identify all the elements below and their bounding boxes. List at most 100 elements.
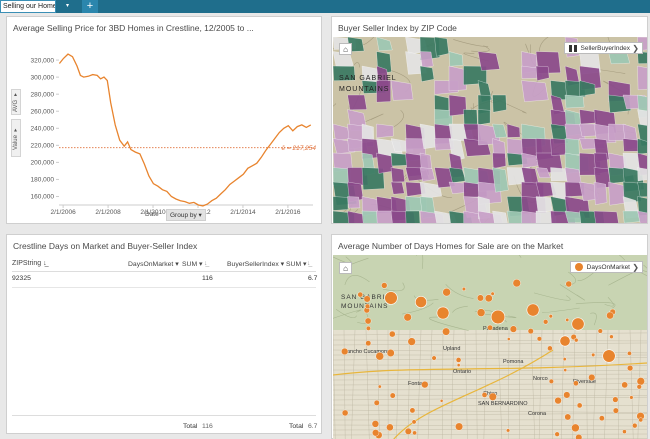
days-on-market-dot [411, 419, 417, 425]
card-title: Crestline Days on Market and Buyer-Selle… [13, 241, 198, 251]
days-on-market-dot [403, 313, 412, 322]
days-on-market-dot [481, 392, 488, 398]
days-on-market-dot [490, 291, 495, 296]
x-tick-label: 2/1/2016 [275, 209, 301, 216]
days-on-market-dot [559, 335, 571, 347]
city-label: Pasadena [483, 326, 509, 332]
days-on-market-dot [357, 291, 364, 298]
days-on-market-dot [536, 336, 542, 342]
y-tick-label: 260,000 [31, 108, 55, 115]
days-on-market-dot [554, 431, 560, 437]
days-on-market-dot [606, 311, 614, 320]
zip-region [492, 94, 507, 113]
days-on-market-dot [591, 352, 596, 357]
add-tab-button[interactable]: + [82, 0, 98, 13]
days-on-market-dot [527, 328, 534, 335]
days-on-market-dot [574, 337, 579, 343]
days-on-market-dot [621, 381, 628, 389]
total-days-value: 116 [202, 423, 213, 430]
col-sum1-dropdown[interactable]: SUM ▾ [182, 260, 202, 268]
zip-region [390, 181, 405, 195]
city-label: Ontario [453, 369, 471, 375]
days-on-market-dot [484, 294, 493, 303]
tab-selling-our-home[interactable]: Selling our Home [0, 0, 56, 13]
col-days-header[interactable]: DaysOnMarket ▾ [128, 260, 179, 268]
legend-label: DaysOnMarket [586, 264, 630, 271]
sort2-icon[interactable]: ↓̲ [307, 260, 310, 267]
days-on-market-dot [442, 327, 451, 336]
days-on-market-dot [431, 355, 437, 361]
tab-dropdown-icon[interactable]: ▾ [66, 2, 69, 9]
legend-label: SellerBuyerIndex [580, 45, 631, 52]
col-sum2-dropdown[interactable]: SUM ▾ [286, 260, 306, 268]
home-icon[interactable]: ⌂ [339, 262, 352, 274]
price-chart-card: Average Selling Price for 3BD Homes in C… [6, 16, 322, 224]
zip-region [405, 210, 421, 223]
cell-zip: 92325 [12, 275, 31, 282]
days-on-market-dot [341, 409, 349, 417]
x-axis-label: Date [145, 211, 159, 218]
zip-region [550, 167, 568, 182]
zip-region [419, 65, 435, 82]
cell-bsi: 6.7 [308, 275, 318, 282]
legend-seller-buyer-index[interactable]: SellerBuyerIndex ❯ [563, 42, 643, 54]
days-on-market-dot [421, 380, 429, 389]
days-on-market-dot [404, 427, 412, 435]
days-on-market-dot [554, 396, 562, 405]
y-tick-label: 320,000 [31, 57, 55, 64]
zip-region [434, 37, 449, 57]
days-on-market-dot [564, 413, 572, 421]
x-tick-label: 2/1/2006 [50, 209, 76, 216]
days-on-market-dot [562, 357, 567, 361]
days-on-market-dot [415, 296, 427, 308]
days-on-market-dot [377, 384, 382, 389]
zip-region [637, 167, 647, 182]
home-icon[interactable]: ⌂ [339, 43, 352, 55]
days-on-market-dot [622, 429, 627, 434]
days-on-market-dot [598, 415, 605, 422]
zip-region [477, 51, 500, 71]
col-zip-header[interactable]: ZIPString ↓̲ [12, 260, 47, 267]
legend-days-on-market[interactable]: DaysOnMarket ❯ [569, 261, 643, 273]
days-on-market-dot [455, 357, 462, 363]
days-on-market-dot [365, 340, 372, 347]
y-tick-label: 240,000 [31, 125, 55, 132]
days-on-market-dot [588, 373, 596, 381]
zip-region [564, 167, 582, 184]
total-days-label: Total [183, 423, 198, 430]
footer-divider [12, 415, 316, 416]
header-divider [12, 271, 316, 272]
days-on-market-dot [456, 363, 461, 367]
days-on-market-dot [373, 399, 380, 406]
sort1-icon[interactable]: ↓̲ [204, 260, 207, 267]
col-bsi-header[interactable]: BuyerSellerIndex ▾ [227, 260, 284, 268]
days-on-market-dot [609, 334, 614, 339]
days-on-market-dot [509, 325, 517, 333]
zip-region [361, 210, 379, 223]
days-on-market-dot [412, 430, 417, 436]
zip-region [347, 196, 361, 209]
zip-region [550, 138, 567, 156]
city-label: Pomona [503, 359, 524, 365]
days-on-market-dot [436, 306, 450, 320]
table-row[interactable]: 92325 116 6.7 [7, 273, 321, 285]
bsi-map[interactable]: SAN GABRIEL MOUNTAINS [333, 37, 647, 223]
days-on-market-dot [597, 328, 603, 334]
days-on-market-dot [490, 309, 506, 325]
zip-region [376, 152, 394, 174]
zip-region [535, 196, 553, 212]
zip-region [477, 109, 491, 126]
x-tick-label: 2/1/2014 [230, 209, 256, 216]
dom-map[interactable]: SAN GABRIEL MOUNTAINS Pasadena Rancho Cucam… [333, 255, 647, 439]
chevron-right-icon[interactable]: ❯ [632, 262, 639, 273]
zip-region [419, 167, 435, 182]
days-on-market-dot [372, 429, 380, 437]
group-by-button[interactable]: Group by ▾ [166, 209, 206, 221]
days-on-market-dot [576, 402, 583, 409]
days-on-market-dot [612, 407, 619, 414]
days-on-market-dot [565, 280, 572, 288]
days-on-market-dot [565, 318, 570, 322]
chevron-right-icon[interactable]: ❯ [632, 43, 639, 54]
days-on-market-dot [439, 399, 444, 403]
days-on-market-dot [629, 395, 634, 400]
